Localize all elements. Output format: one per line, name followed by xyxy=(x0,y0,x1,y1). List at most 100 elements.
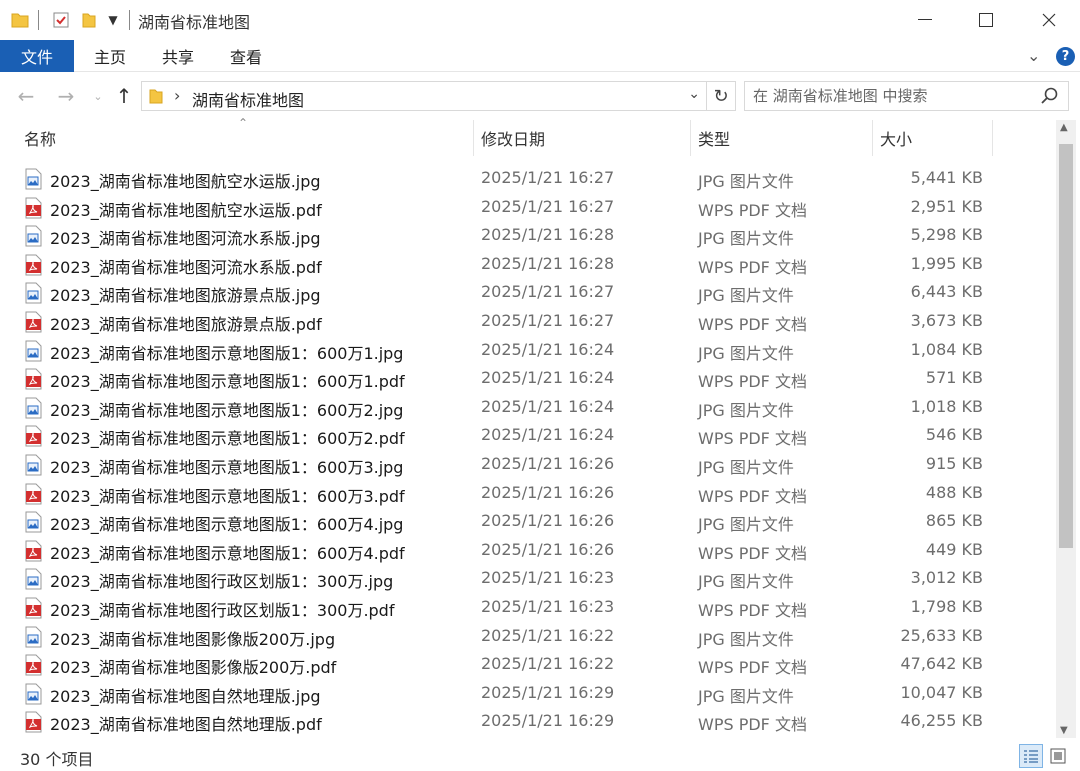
file-size: 1,798 KB xyxy=(910,596,983,616)
file-type: WPS PDF 文档 xyxy=(698,543,807,563)
file-name[interactable]: 2023_湖南省标准地图示意地图版1：600万2.pdf xyxy=(50,425,405,449)
file-name[interactable]: 2023_湖南省标准地图行政区划版1：300万.pdf xyxy=(50,597,394,621)
file-type: WPS PDF 文档 xyxy=(698,372,807,392)
file-name[interactable]: 2023_湖南省标准地图示意地图版1：600万3.jpg xyxy=(50,454,403,478)
file-row[interactable]: 2023_湖南省标准地图示意地图版1：600万2.jpg 2025/1/21 16… xyxy=(0,393,1056,422)
column-header-date[interactable]: 修改日期 xyxy=(481,120,681,156)
file-row[interactable]: 2023_湖南省标准地图河流水系版.pdf 2025/1/21 16:28 WPS … xyxy=(0,250,1056,279)
file-row[interactable]: 2023_湖南省标准地图行政区划版1：300万.jpg 2025/1/21 16:… xyxy=(0,564,1056,593)
file-name[interactable]: 2023_湖南省标准地图旅游景点版.jpg xyxy=(50,282,321,306)
file-row[interactable]: 2023_湖南省标准地图自然地理版.pdf 2025/1/21 16:29 WPS … xyxy=(0,707,1056,736)
forward-icon[interactable]: → xyxy=(54,84,78,108)
breadcrumb-current[interactable]: 湖南省标准地图 xyxy=(192,87,304,111)
file-row[interactable]: 2023_湖南省标准地图示意地图版1：600万3.jpg 2025/1/21 16… xyxy=(0,450,1056,479)
file-row[interactable]: 2023_湖南省标准地图示意地图版1：600万1.jpg 2025/1/21 16… xyxy=(0,336,1056,365)
title-bar: ▼ 湖南省标准地图 xyxy=(0,0,1080,40)
file-row[interactable]: 2023_湖南省标准地图影像版200万.jpg 2025/1/21 16:22 JP… xyxy=(0,622,1056,651)
file-row[interactable]: 2023_湖南省标准地图旅游景点版.pdf 2025/1/21 16:27 WPS … xyxy=(0,307,1056,336)
file-row[interactable]: 2023_湖南省标准地图旅游景点版.jpg 2025/1/21 16:27 JPG … xyxy=(0,278,1056,307)
search-box[interactable] xyxy=(744,81,1069,111)
search-icon[interactable] xyxy=(1040,86,1060,106)
new-folder-icon[interactable] xyxy=(78,8,100,32)
column-header-type[interactable]: 类型 xyxy=(698,120,858,156)
file-row[interactable]: 2023_湖南省标准地图航空水运版.jpg 2025/1/21 16:27 JPG … xyxy=(0,164,1056,193)
file-type: JPG 图片文件 xyxy=(698,400,794,420)
close-icon[interactable] xyxy=(1018,0,1080,40)
back-icon[interactable]: ← xyxy=(14,84,38,108)
address-row: ← → ⌄ ↑ › 湖南省标准地图 ⌄ ↻ xyxy=(0,72,1080,120)
scrollbar-thumb[interactable] xyxy=(1059,144,1073,548)
pdf-file-icon xyxy=(24,368,42,390)
file-name[interactable]: 2023_湖南省标准地图示意地图版1：600万3.pdf xyxy=(50,483,405,507)
vertical-scrollbar[interactable]: ▲ ▼ xyxy=(1056,120,1076,738)
file-date: 2025/1/21 16:24 xyxy=(481,396,615,416)
properties-icon[interactable] xyxy=(50,8,72,32)
file-date: 2025/1/21 16:29 xyxy=(481,682,615,702)
file-row[interactable]: 2023_湖南省标准地图自然地理版.jpg 2025/1/21 16:29 JPG … xyxy=(0,679,1056,708)
scroll-up-icon[interactable]: ▲ xyxy=(1060,122,1068,133)
pdf-file-icon xyxy=(24,483,42,505)
file-size: 3,012 KB xyxy=(910,568,983,588)
file-name[interactable]: 2023_湖南省标准地图影像版200万.pdf xyxy=(50,654,336,678)
refresh-icon[interactable]: ↻ xyxy=(706,81,736,111)
file-name[interactable]: 2023_湖南省标准地图河流水系版.pdf xyxy=(50,254,322,278)
file-row[interactable]: 2023_湖南省标准地图示意地图版1：600万3.pdf 2025/1/21 16… xyxy=(0,479,1056,508)
scroll-down-icon[interactable]: ▼ xyxy=(1060,725,1068,736)
file-row[interactable]: 2023_湖南省标准地图示意地图版1：600万4.pdf 2025/1/21 16… xyxy=(0,536,1056,565)
maximize-icon[interactable] xyxy=(955,0,1017,40)
file-date: 2025/1/21 16:22 xyxy=(481,654,615,674)
file-name[interactable]: 2023_湖南省标准地图影像版200万.jpg xyxy=(50,626,335,650)
file-size: 488 KB xyxy=(925,482,983,502)
file-name[interactable]: 2023_湖南省标准地图航空水运版.pdf xyxy=(50,197,322,221)
file-row[interactable]: 2023_湖南省标准地图示意地图版1：600万4.jpg 2025/1/21 16… xyxy=(0,507,1056,536)
file-name[interactable]: 2023_湖南省标准地图河流水系版.jpg xyxy=(50,225,321,249)
up-icon[interactable]: ↑ xyxy=(112,84,136,108)
column-divider[interactable] xyxy=(872,120,873,156)
file-name[interactable]: 2023_湖南省标准地图示意地图版1：600万1.pdf xyxy=(50,368,405,392)
column-divider[interactable] xyxy=(473,120,474,156)
file-row[interactable]: 2023_湖南省标准地图航空水运版.pdf 2025/1/21 16:27 WPS … xyxy=(0,193,1056,222)
file-row[interactable]: 2023_湖南省标准地图示意地图版1：600万1.pdf 2025/1/21 16… xyxy=(0,364,1056,393)
search-input[interactable] xyxy=(753,85,1033,107)
help-icon[interactable]: ? xyxy=(1056,47,1075,66)
column-header-size[interactable]: 大小 xyxy=(880,120,980,156)
file-name[interactable]: 2023_湖南省标准地图示意地图版1：600万4.jpg xyxy=(50,511,403,535)
tab-home[interactable]: 主页 xyxy=(80,40,140,72)
dropdown-icon[interactable]: ▼ xyxy=(104,8,122,32)
file-row[interactable]: 2023_湖南省标准地图示意地图版1：600万2.pdf 2025/1/21 16… xyxy=(0,421,1056,450)
tab-share[interactable]: 共享 xyxy=(148,40,208,72)
ribbon-tabs: 文件 主页 共享 查看 ⌄ ? xyxy=(0,40,1080,72)
address-bar[interactable]: › 湖南省标准地图 ⌄ xyxy=(141,81,707,111)
file-name[interactable]: 2023_湖南省标准地图自然地理版.pdf xyxy=(50,711,322,735)
column-header-name[interactable]: 名称 xyxy=(24,120,464,156)
column-divider[interactable] xyxy=(690,120,691,156)
file-row[interactable]: 2023_湖南省标准地图河流水系版.jpg 2025/1/21 16:28 JPG … xyxy=(0,221,1056,250)
file-row[interactable]: 2023_湖南省标准地图影像版200万.pdf 2025/1/21 16:22 WP… xyxy=(0,650,1056,679)
jpg-file-icon xyxy=(24,626,42,648)
minimize-icon[interactable] xyxy=(894,0,956,40)
status-bar: 30 个项目 xyxy=(0,740,1080,771)
column-divider[interactable] xyxy=(992,120,993,156)
tab-file[interactable]: 文件 xyxy=(0,40,74,72)
recent-locations-icon[interactable]: ⌄ xyxy=(86,84,110,108)
file-size: 5,298 KB xyxy=(910,225,983,245)
details-view-icon[interactable] xyxy=(1019,744,1043,768)
file-name[interactable]: 2023_湖南省标准地图示意地图版1：600万4.pdf xyxy=(50,540,405,564)
tab-view[interactable]: 查看 xyxy=(216,40,276,72)
breadcrumb-arrow-icon[interactable]: › xyxy=(174,86,180,105)
file-date: 2025/1/21 16:27 xyxy=(481,196,615,216)
file-name[interactable]: 2023_湖南省标准地图自然地理版.jpg xyxy=(50,683,321,707)
file-name[interactable]: 2023_湖南省标准地图航空水运版.jpg xyxy=(50,168,321,192)
thumbnail-view-icon[interactable] xyxy=(1046,744,1070,768)
file-name[interactable]: 2023_湖南省标准地图示意地图版1：600万2.jpg xyxy=(50,397,403,421)
expand-ribbon-icon[interactable]: ⌄ xyxy=(1027,46,1040,65)
file-name[interactable]: 2023_湖南省标准地图示意地图版1：600万1.jpg xyxy=(50,340,403,364)
file-type: JPG 图片文件 xyxy=(698,286,794,306)
file-name[interactable]: 2023_湖南省标准地图行政区划版1：300万.jpg xyxy=(50,568,393,592)
jpg-file-icon xyxy=(24,511,42,533)
file-name[interactable]: 2023_湖南省标准地图旅游景点版.pdf xyxy=(50,311,322,335)
file-size: 1,084 KB xyxy=(910,339,983,359)
file-row[interactable]: 2023_湖南省标准地图行政区划版1：300万.pdf 2025/1/21 16:… xyxy=(0,593,1056,622)
file-size: 6,443 KB xyxy=(910,282,983,302)
chevron-down-icon[interactable]: ⌄ xyxy=(688,86,700,102)
